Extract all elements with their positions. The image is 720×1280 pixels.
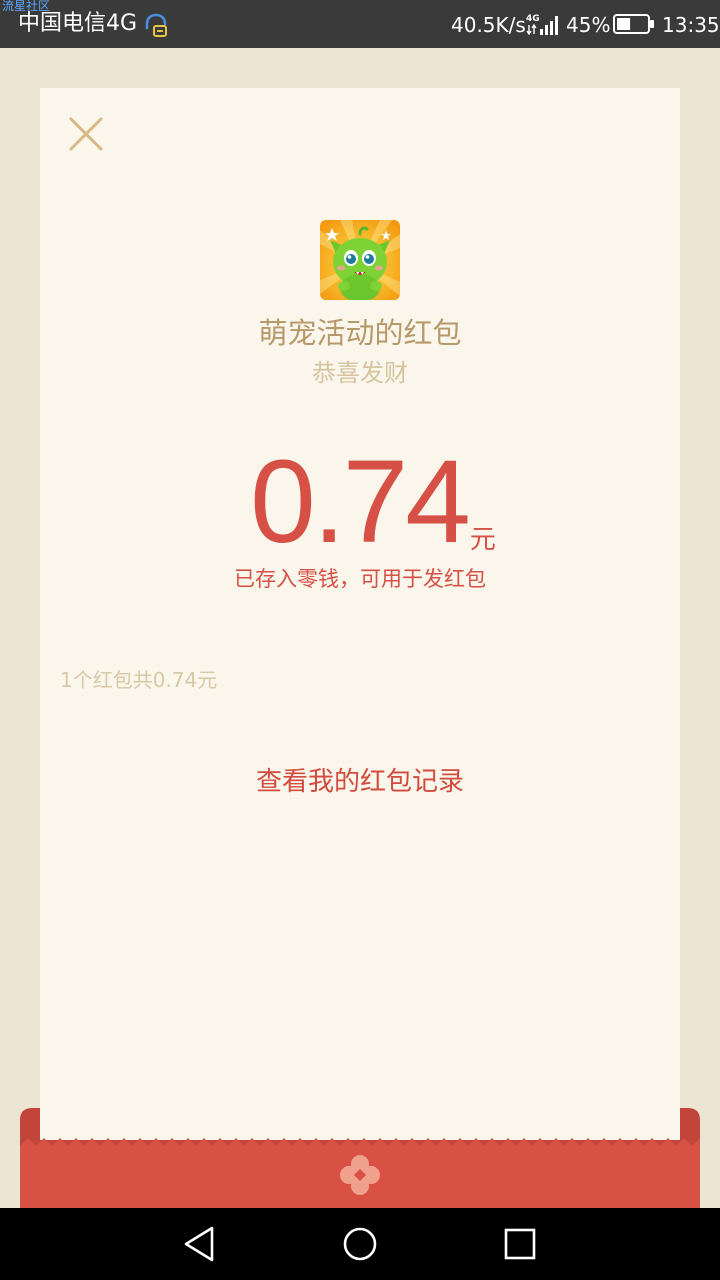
pet-avatar-icon (320, 220, 400, 300)
sender-name: 萌宠活动的红包 (258, 316, 462, 350)
signal-icon: 4G (526, 14, 558, 36)
flower-icon (340, 1155, 380, 1195)
battery-percent: 45% (566, 13, 611, 37)
battery-icon (613, 14, 654, 34)
network-speed: 40.5K/s (451, 13, 526, 37)
saved-note: 已存入零钱，可用于发红包 (234, 567, 486, 591)
carrier-label: 中国电信4G (18, 11, 138, 36)
packet-summary: 1个红包共0.74元 (60, 668, 218, 692)
amount-unit: 元 (469, 525, 496, 555)
hd-voice-icon (145, 13, 167, 37)
clock: 13:35 (662, 13, 720, 37)
back-icon[interactable] (178, 1222, 222, 1266)
recents-icon[interactable] (498, 1222, 542, 1266)
home-icon[interactable] (338, 1222, 382, 1266)
view-records-link[interactable]: 查看我的红包记录 (0, 762, 720, 802)
amount-row: 0.74元 (0, 440, 720, 564)
amount-value: 0.74 (250, 436, 471, 568)
network-type-label: 4G (526, 14, 540, 24)
status-bar: 流星社区 中国电信4G 40.5K/s 4G 45% 13:35 (0, 0, 720, 48)
close-icon[interactable] (66, 114, 106, 154)
wish-text: 恭喜发财 (312, 359, 408, 387)
